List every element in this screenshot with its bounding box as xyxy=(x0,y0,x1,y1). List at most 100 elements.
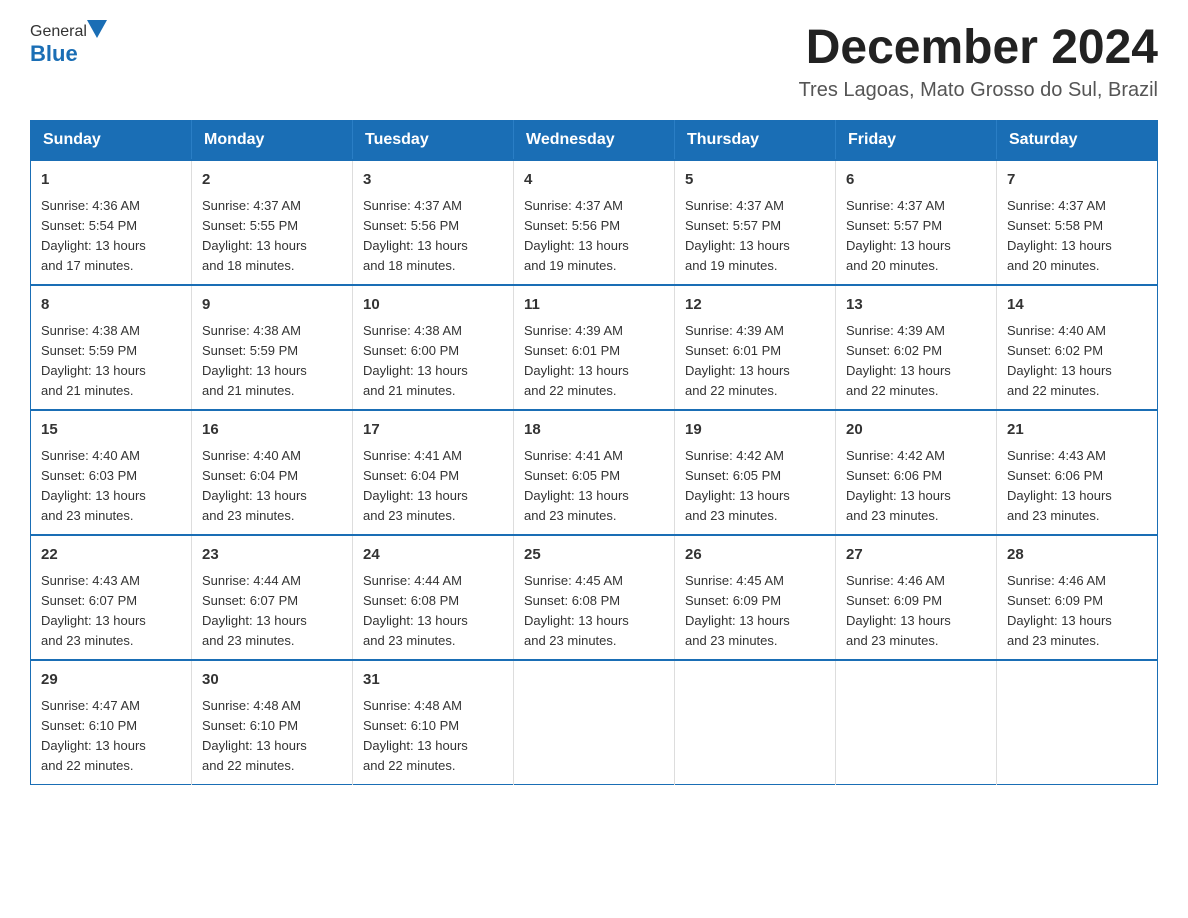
calendar-cell xyxy=(514,660,675,785)
day-number: 11 xyxy=(524,294,664,317)
day-info: Sunrise: 4:37 AMSunset: 5:55 PMDaylight:… xyxy=(202,196,342,277)
day-info: Sunrise: 4:38 AMSunset: 6:00 PMDaylight:… xyxy=(363,321,503,402)
calendar-week-5: 29 Sunrise: 4:47 AMSunset: 6:10 PMDayligh… xyxy=(31,660,1158,785)
logo-arrow-icon xyxy=(87,20,107,43)
day-info: Sunrise: 4:47 AMSunset: 6:10 PMDaylight:… xyxy=(41,696,181,777)
day-info: Sunrise: 4:37 AMSunset: 5:58 PMDaylight:… xyxy=(1007,196,1147,277)
day-number: 21 xyxy=(1007,419,1147,442)
calendar-cell: 14 Sunrise: 4:40 AMSunset: 6:02 PMDayligh… xyxy=(997,285,1158,410)
calendar-cell: 22 Sunrise: 4:43 AMSunset: 6:07 PMDayligh… xyxy=(31,535,192,660)
calendar-cell: 16 Sunrise: 4:40 AMSunset: 6:04 PMDayligh… xyxy=(192,410,353,535)
day-number: 29 xyxy=(41,669,181,692)
day-number: 2 xyxy=(202,169,342,192)
weekday-header-saturday: Saturday xyxy=(997,121,1158,161)
day-info: Sunrise: 4:41 AMSunset: 6:05 PMDaylight:… xyxy=(524,446,664,527)
calendar-cell: 3Sunrise: 4:37 AMSunset: 5:56 PMDaylight… xyxy=(353,160,514,285)
day-info: Sunrise: 4:40 AMSunset: 6:04 PMDaylight:… xyxy=(202,446,342,527)
day-number: 20 xyxy=(846,419,986,442)
day-number: 24 xyxy=(363,544,503,567)
day-number: 4 xyxy=(524,169,664,192)
day-number: 22 xyxy=(41,544,181,567)
calendar-cell xyxy=(675,660,836,785)
calendar-cell: 12Sunrise: 4:39 AMSunset: 6:01 PMDayligh… xyxy=(675,285,836,410)
calendar-cell: 11 Sunrise: 4:39 AMSunset: 6:01 PMDayligh… xyxy=(514,285,675,410)
day-info: Sunrise: 4:41 AMSunset: 6:04 PMDaylight:… xyxy=(363,446,503,527)
day-info: Sunrise: 4:45 AMSunset: 6:09 PMDaylight:… xyxy=(685,571,825,652)
weekday-header-thursday: Thursday xyxy=(675,121,836,161)
calendar-cell xyxy=(836,660,997,785)
calendar-cell: 26 Sunrise: 4:45 AMSunset: 6:09 PMDayligh… xyxy=(675,535,836,660)
calendar-week-1: 1Sunrise: 4:36 AMSunset: 5:54 PMDaylight… xyxy=(31,160,1158,285)
weekday-header-sunday: Sunday xyxy=(31,121,192,161)
day-number: 10 xyxy=(363,294,503,317)
calendar-cell: 8Sunrise: 4:38 AMSunset: 5:59 PMDaylight… xyxy=(31,285,192,410)
day-info: Sunrise: 4:46 AMSunset: 6:09 PMDaylight:… xyxy=(846,571,986,652)
calendar-cell: 6 Sunrise: 4:37 AMSunset: 5:57 PMDaylight… xyxy=(836,160,997,285)
day-number: 25 xyxy=(524,544,664,567)
logo-general-text: General xyxy=(30,23,87,41)
day-number: 19 xyxy=(685,419,825,442)
calendar-cell: 2 Sunrise: 4:37 AMSunset: 5:55 PMDaylight… xyxy=(192,160,353,285)
calendar-week-3: 15 Sunrise: 4:40 AMSunset: 6:03 PMDayligh… xyxy=(31,410,1158,535)
calendar-cell: 19 Sunrise: 4:42 AMSunset: 6:05 PMDayligh… xyxy=(675,410,836,535)
logo-blue-text: Blue xyxy=(30,41,78,67)
day-number: 18 xyxy=(524,419,664,442)
calendar-cell: 20 Sunrise: 4:42 AMSunset: 6:06 PMDayligh… xyxy=(836,410,997,535)
day-info: Sunrise: 4:44 AMSunset: 6:07 PMDaylight:… xyxy=(202,571,342,652)
day-number: 8 xyxy=(41,294,181,317)
logo: General Blue xyxy=(30,20,111,67)
day-number: 15 xyxy=(41,419,181,442)
subtitle: Tres Lagoas, Mato Grosso do Sul, Brazil xyxy=(799,79,1158,102)
weekday-header-friday: Friday xyxy=(836,121,997,161)
day-info: Sunrise: 4:45 AMSunset: 6:08 PMDaylight:… xyxy=(524,571,664,652)
day-info: Sunrise: 4:37 AMSunset: 5:56 PMDaylight:… xyxy=(363,196,503,277)
day-number: 13 xyxy=(846,294,986,317)
day-info: Sunrise: 4:40 AMSunset: 6:02 PMDaylight:… xyxy=(1007,321,1147,402)
calendar-cell: 21 Sunrise: 4:43 AMSunset: 6:06 PMDayligh… xyxy=(997,410,1158,535)
day-info: Sunrise: 4:44 AMSunset: 6:08 PMDaylight:… xyxy=(363,571,503,652)
day-info: Sunrise: 4:39 AMSunset: 6:01 PMDaylight:… xyxy=(524,321,664,402)
day-info: Sunrise: 4:36 AMSunset: 5:54 PMDaylight:… xyxy=(41,196,181,277)
calendar-cell: 15 Sunrise: 4:40 AMSunset: 6:03 PMDayligh… xyxy=(31,410,192,535)
day-info: Sunrise: 4:42 AMSunset: 6:05 PMDaylight:… xyxy=(685,446,825,527)
day-info: Sunrise: 4:42 AMSunset: 6:06 PMDaylight:… xyxy=(846,446,986,527)
page-header: General Blue December 2024 Tres Lagoas, … xyxy=(30,20,1158,102)
calendar-cell: 5 Sunrise: 4:37 AMSunset: 5:57 PMDaylight… xyxy=(675,160,836,285)
day-number: 28 xyxy=(1007,544,1147,567)
day-info: Sunrise: 4:43 AMSunset: 6:06 PMDaylight:… xyxy=(1007,446,1147,527)
calendar-cell: 28 Sunrise: 4:46 AMSunset: 6:09 PMDayligh… xyxy=(997,535,1158,660)
calendar-cell: 18 Sunrise: 4:41 AMSunset: 6:05 PMDayligh… xyxy=(514,410,675,535)
day-number: 9 xyxy=(202,294,342,317)
calendar-cell xyxy=(997,660,1158,785)
day-number: 26 xyxy=(685,544,825,567)
day-info: Sunrise: 4:37 AMSunset: 5:57 PMDaylight:… xyxy=(846,196,986,277)
day-info: Sunrise: 4:48 AMSunset: 6:10 PMDaylight:… xyxy=(202,696,342,777)
day-number: 16 xyxy=(202,419,342,442)
calendar-cell: 29 Sunrise: 4:47 AMSunset: 6:10 PMDayligh… xyxy=(31,660,192,785)
day-number: 12 xyxy=(685,294,825,317)
day-number: 7 xyxy=(1007,169,1147,192)
calendar-week-4: 22 Sunrise: 4:43 AMSunset: 6:07 PMDayligh… xyxy=(31,535,1158,660)
weekday-header-wednesday: Wednesday xyxy=(514,121,675,161)
calendar-cell: 9Sunrise: 4:38 AMSunset: 5:59 PMDaylight… xyxy=(192,285,353,410)
calendar-cell: 27Sunrise: 4:46 AMSunset: 6:09 PMDayligh… xyxy=(836,535,997,660)
title-block: December 2024 Tres Lagoas, Mato Grosso d… xyxy=(799,20,1158,102)
day-info: Sunrise: 4:37 AMSunset: 5:57 PMDaylight:… xyxy=(685,196,825,277)
day-number: 5 xyxy=(685,169,825,192)
day-number: 6 xyxy=(846,169,986,192)
day-info: Sunrise: 4:40 AMSunset: 6:03 PMDaylight:… xyxy=(41,446,181,527)
calendar-cell: 23Sunrise: 4:44 AMSunset: 6:07 PMDayligh… xyxy=(192,535,353,660)
day-number: 31 xyxy=(363,669,503,692)
day-number: 17 xyxy=(363,419,503,442)
day-info: Sunrise: 4:46 AMSunset: 6:09 PMDaylight:… xyxy=(1007,571,1147,652)
day-number: 30 xyxy=(202,669,342,692)
day-number: 14 xyxy=(1007,294,1147,317)
calendar-cell: 17 Sunrise: 4:41 AMSunset: 6:04 PMDayligh… xyxy=(353,410,514,535)
calendar-table: SundayMondayTuesdayWednesdayThursdayFrid… xyxy=(30,120,1158,785)
weekday-header-row: SundayMondayTuesdayWednesdayThursdayFrid… xyxy=(31,121,1158,161)
calendar-week-2: 8Sunrise: 4:38 AMSunset: 5:59 PMDaylight… xyxy=(31,285,1158,410)
calendar-cell: 7 Sunrise: 4:37 AMSunset: 5:58 PMDaylight… xyxy=(997,160,1158,285)
calendar-cell: 25 Sunrise: 4:45 AMSunset: 6:08 PMDayligh… xyxy=(514,535,675,660)
day-info: Sunrise: 4:43 AMSunset: 6:07 PMDaylight:… xyxy=(41,571,181,652)
day-info: Sunrise: 4:48 AMSunset: 6:10 PMDaylight:… xyxy=(363,696,503,777)
